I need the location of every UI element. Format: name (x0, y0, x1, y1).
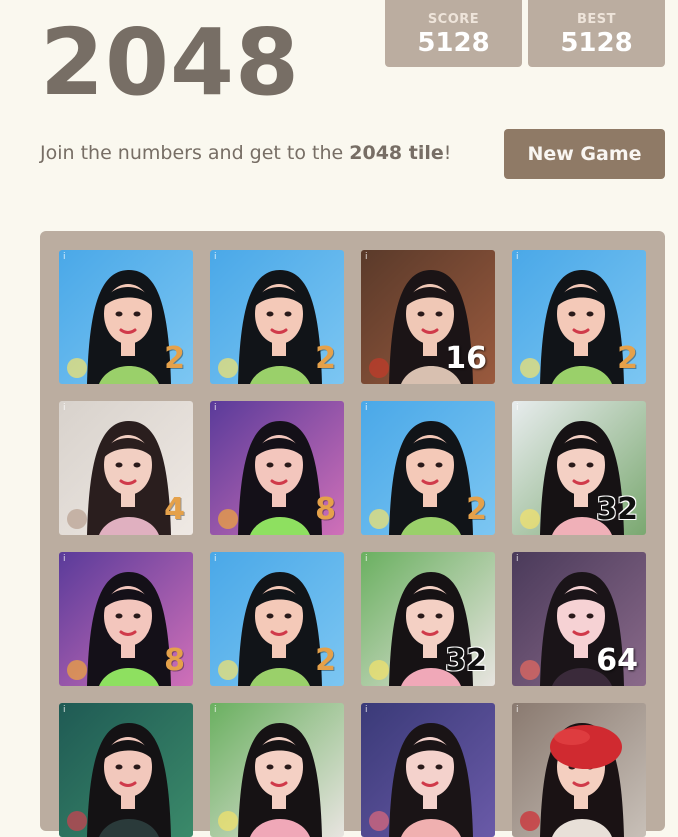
tile: i 64 (512, 552, 646, 686)
tile: i 16 (361, 250, 495, 384)
tile: i8 (210, 401, 344, 535)
score-box: SCORE 5128 (385, 0, 522, 67)
info-icon: i (214, 403, 217, 413)
tile: i 32 (361, 552, 495, 686)
tile-value: 32 (596, 492, 638, 527)
info-icon: i (365, 252, 368, 262)
intro-bold: 2048 tile (349, 142, 444, 164)
tile-value: 2 (466, 492, 487, 527)
game-title: 2048 (40, 9, 301, 116)
tile: i (361, 703, 495, 837)
tile: i2 (361, 401, 495, 535)
info-icon: i (516, 554, 519, 564)
tile: i (210, 703, 344, 837)
tile-value: 4 (164, 492, 185, 527)
info-icon: i (516, 252, 519, 262)
game-intro: Join the numbers and get to the 2048 til… (40, 142, 451, 164)
tile-value: 2 (164, 341, 185, 376)
info-icon: i (214, 554, 217, 564)
tile-value: 2 (315, 341, 336, 376)
tile-value: 8 (164, 643, 185, 678)
score-label: SCORE (427, 12, 480, 27)
tile: i2 (210, 552, 344, 686)
tile: i 32 (512, 401, 646, 535)
tile-value: 16 (445, 341, 487, 376)
best-label: BEST (576, 12, 617, 27)
info-icon: i (63, 705, 66, 715)
tile: i (59, 703, 193, 837)
tile: i4 (59, 401, 193, 535)
tile: i (512, 703, 646, 837)
info-icon: i (63, 403, 66, 413)
best-score-box: BEST 5128 (528, 0, 665, 67)
tile: i2 (59, 250, 193, 384)
tile-value: 8 (315, 492, 336, 527)
tile: i2 (210, 250, 344, 384)
new-game-button[interactable]: New Game (504, 129, 665, 179)
info-icon: i (63, 554, 66, 564)
tile-value: 32 (445, 643, 487, 678)
info-icon: i (516, 403, 519, 413)
info-icon: i (365, 403, 368, 413)
info-icon: i (365, 554, 368, 564)
info-icon: i (365, 705, 368, 715)
tile-value: 2 (315, 643, 336, 678)
game-board[interactable]: i2 i2 i 16 i 2 i 4 i 8 i 2 i 32 i 8 i 2 … (40, 231, 665, 837)
best-value: 5128 (560, 28, 633, 58)
tile: i2 (512, 250, 646, 384)
info-icon: i (214, 705, 217, 715)
info-icon: i (214, 252, 217, 262)
intro-text: Join the numbers and get to the (40, 142, 350, 164)
info-icon: i (63, 252, 66, 262)
tile-value: 2 (617, 341, 638, 376)
info-icon: i (516, 705, 519, 715)
score-value: 5128 (417, 28, 490, 58)
intro-end: ! (443, 142, 452, 164)
tile-value: 64 (596, 643, 638, 678)
tile: i8 (59, 552, 193, 686)
